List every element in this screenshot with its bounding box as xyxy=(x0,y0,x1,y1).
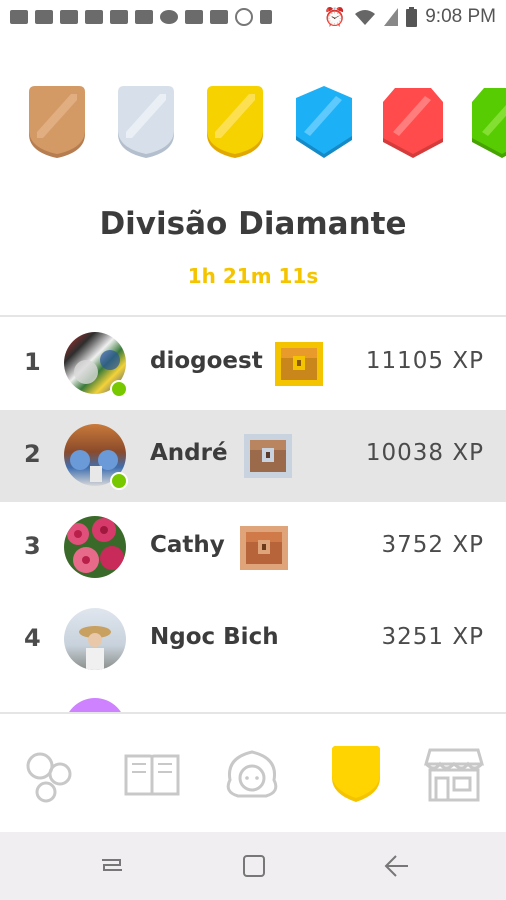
leaderboard-row[interactable]: 3 Cathy 3752 XP xyxy=(0,502,506,594)
bronze-league-icon xyxy=(29,86,85,158)
username: Cathy xyxy=(150,532,225,558)
rank-number: 4 xyxy=(24,624,41,652)
league-badges xyxy=(0,86,506,166)
avatar[interactable] xyxy=(64,516,126,578)
recent-apps-icon[interactable] xyxy=(98,852,126,880)
sd-card-icon xyxy=(260,10,272,24)
leaderboards-icon[interactable] xyxy=(326,744,386,804)
username: diogoest xyxy=(150,348,263,374)
ruby-league-icon xyxy=(383,88,443,158)
home-icon[interactable] xyxy=(240,852,268,880)
gold-league-icon xyxy=(207,86,263,158)
back-icon[interactable] xyxy=(382,852,410,880)
xp-value: 10038 XP xyxy=(365,440,484,466)
online-indicator xyxy=(110,472,128,490)
xp-value: 3251 XP xyxy=(381,624,484,650)
shop-icon[interactable] xyxy=(424,744,484,804)
silver-league-icon xyxy=(118,86,174,158)
youtube-icon xyxy=(110,10,128,24)
xp-value: 11105 XP xyxy=(365,348,484,374)
online-indicator xyxy=(110,380,128,398)
chrome-icon xyxy=(235,8,253,26)
system-navigation-bar xyxy=(0,832,506,900)
username: André xyxy=(150,440,228,466)
youtube-icon xyxy=(35,10,53,24)
rank-number: 2 xyxy=(24,440,41,468)
clock-time: 9:08 PM xyxy=(425,6,496,27)
emerald-league-icon xyxy=(472,88,506,158)
sapphire-league-icon xyxy=(296,86,352,158)
avatar[interactable] xyxy=(64,608,126,670)
learn-icon[interactable] xyxy=(20,744,80,804)
divider xyxy=(0,315,506,317)
username: Ngoc Bich xyxy=(150,624,279,650)
system-indicators: ⏰ 9:08 PM xyxy=(324,6,496,28)
image-icon xyxy=(210,10,228,24)
profile-icon[interactable] xyxy=(222,744,282,804)
division-title: Divisão Diamante xyxy=(99,206,407,242)
wifi-icon xyxy=(355,10,376,25)
silver-chest-icon xyxy=(244,434,292,478)
rank-number: 1 xyxy=(24,348,41,376)
youtube-icon xyxy=(60,10,78,24)
rank-number: 3 xyxy=(24,532,41,560)
gold-chest-icon xyxy=(275,342,323,386)
alarm-icon: ⏰ xyxy=(323,6,347,28)
xp-value: 3752 XP xyxy=(381,532,484,558)
leaderboard-row[interactable]: 4 Ngoc Bich 3251 XP xyxy=(0,594,506,686)
bronze-chest-icon xyxy=(240,526,288,570)
youtube-icon xyxy=(85,10,103,24)
stories-icon[interactable] xyxy=(122,744,182,804)
youtube-icon xyxy=(135,10,153,24)
bottom-tab-bar xyxy=(0,712,506,834)
leaderboard-row[interactable]: 1 diogoest 11105 XP xyxy=(0,318,506,410)
status-bar: ⏰ 9:08 PM xyxy=(0,0,506,36)
league-timer: 1h 21m 11s xyxy=(187,264,319,288)
signal-icon xyxy=(384,8,399,26)
battery-icon xyxy=(406,7,418,27)
message-icon xyxy=(10,10,28,24)
leaderboard-row-current-user[interactable]: 2 André 10038 XP xyxy=(0,410,506,502)
gear-icon xyxy=(160,10,178,24)
voicemail-icon xyxy=(185,10,203,24)
notification-icons xyxy=(10,8,272,26)
